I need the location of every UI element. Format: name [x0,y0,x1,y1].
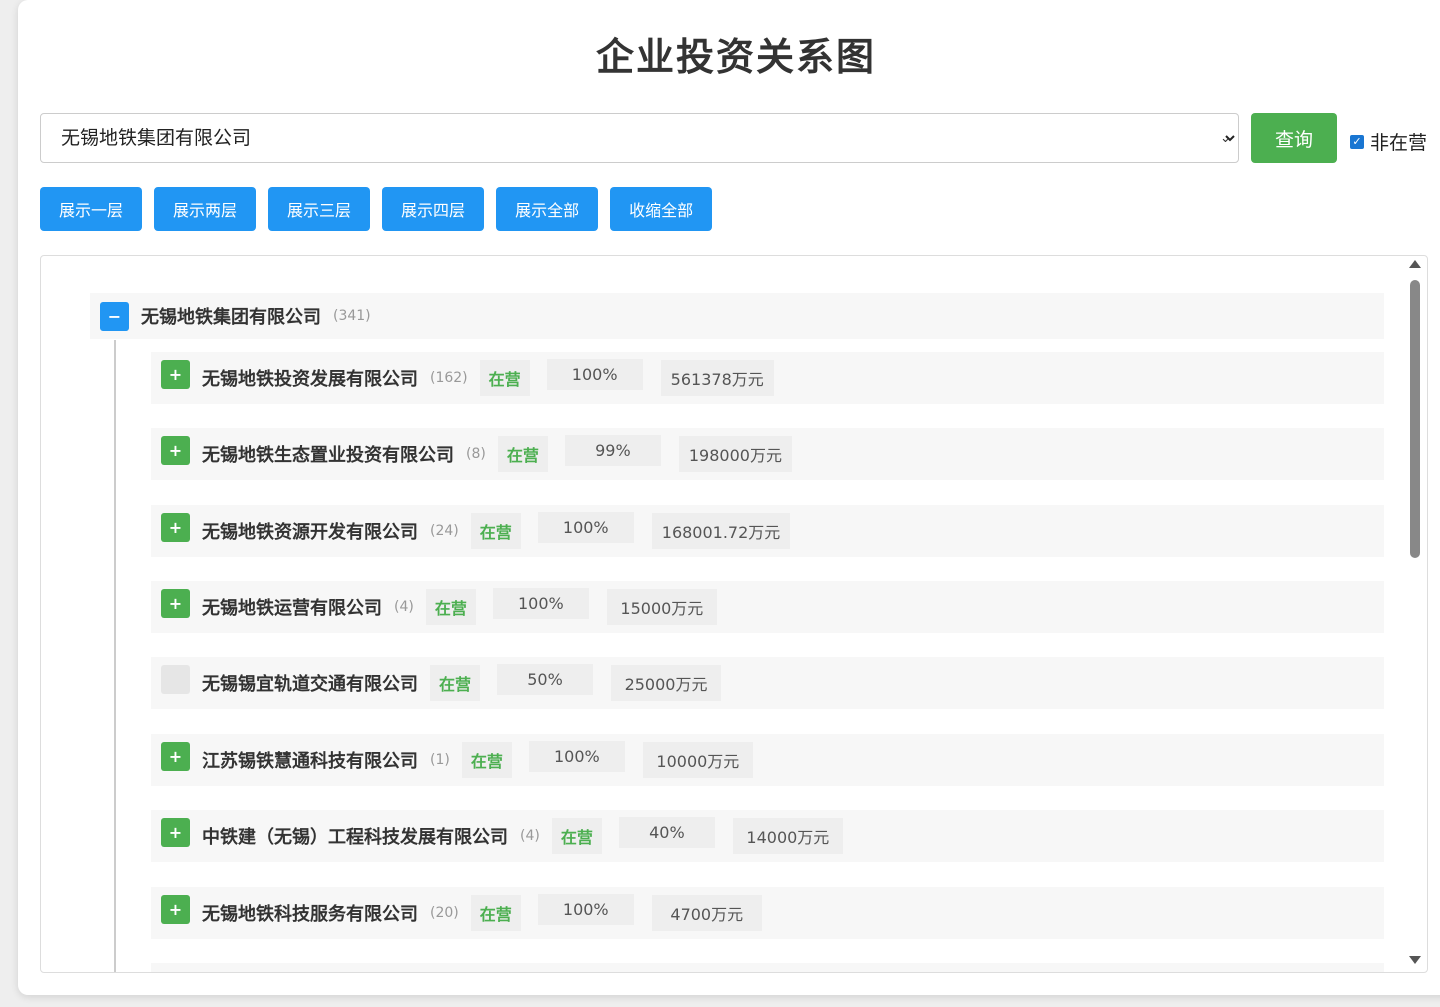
child-company-name: 中铁建（无锡）工程科技发展有限公司 [202,827,508,848]
tree-child-row[interactable]: + 无锡地铁运营有限公司 (4) 在营 100% 15000万元 [151,581,1384,633]
show-level-2-button[interactable]: 展示两层 [154,187,257,231]
share-percent-badge: 99% [564,434,661,466]
show-level-1-button[interactable]: 展示一层 [40,187,143,231]
leaf-node-icon [161,664,190,694]
expand-icon[interactable]: + [161,588,190,618]
expand-icon[interactable]: + [161,741,190,771]
child-subsidiary-count: (162) [430,370,468,386]
investment-tree-panel: − 无锡地铁集团有限公司 (341) + 无锡地铁投资发展有限公司 (162) … [40,255,1428,973]
level-action-bar: 展示一层 展示两层 展示三层 展示四层 展示全部 收缩全部 [40,187,724,231]
tree-child-row[interactable]: + 中铁建（无锡）工程科技发展有限公司 (4) 在营 40% 14000万元 [151,810,1384,862]
share-percent-badge: 100% [492,587,589,619]
child-subsidiary-count: (1) [430,752,450,768]
chevron-down-icon[interactable]: ⌄ [1220,131,1231,146]
child-company-name: 江苏锡铁慧通科技有限公司 [202,751,418,772]
expand-icon[interactable]: + [161,359,190,389]
tree-child-row[interactable]: + 无锡地铁资源开发有限公司 (24) 在营 100% 168001.72万元 [151,505,1384,557]
expand-icon[interactable]: + [161,512,190,542]
investment-amount-badge: 25000万元 [611,665,722,701]
root-subsidiary-count: (341) [333,308,371,324]
page-title: 企业投资关系图 [595,35,876,79]
share-percent-badge: 40% [618,816,715,848]
expand-icon[interactable]: + [161,817,190,847]
child-company-name: 无锡地铁运营有限公司 [202,598,382,619]
company-select[interactable]: 无锡地铁集团有限公司 [40,113,1239,163]
status-badge: 在营 [551,818,602,854]
child-company-name: 无锡地铁投资发展有限公司 [202,369,418,390]
tree-child-row[interactable]: 无锡锡宜轨道交通有限公司 在营 50% 25000万元 [151,657,1384,709]
tree-child-row[interactable]: + 无锡地铁投资发展有限公司 (162) 在营 100% 561378万元 [151,352,1384,404]
tree-root-row[interactable]: − 无锡地铁集团有限公司 (341) [90,293,1384,339]
investment-amount-badge: 15000万元 [606,589,717,625]
status-badge: 在营 [461,742,512,778]
inactive-filter-label: 非在营 [1370,132,1428,154]
child-subsidiary-count: (20) [430,905,459,921]
investment-amount-badge: 198000万元 [678,436,792,472]
inactive-filter[interactable]: ✓ 非在营 [1350,128,1427,155]
status-badge: 在营 [479,360,530,396]
child-company-name: 无锡地铁生态置业投资有限公司 [202,445,454,466]
status-badge: 在营 [470,513,521,549]
share-percent-badge: 50% [497,663,594,695]
child-company-name: 无锡地铁资源开发有限公司 [202,522,418,543]
scrollbar-thumb[interactable] [1410,280,1420,558]
child-subsidiary-count: (8) [466,446,486,462]
collapse-all-button[interactable]: 收缩全部 [610,187,713,231]
tree-child-row[interactable]: + 无锡地铁生态置业投资有限公司 (8) 在营 99% 198000万元 [151,428,1384,480]
tree-connector-line [114,340,116,972]
investment-amount-badge: 168001.72万元 [651,513,791,549]
status-badge: 在营 [470,895,521,931]
tree-child-row[interactable]: + 无锡地铁科技服务有限公司 (20) 在营 100% 4700万元 [151,887,1384,939]
investment-amount-badge: 4700万元 [651,895,762,931]
child-company-name: 无锡锡宜轨道交通有限公司 [202,674,418,695]
investment-amount-badge: 10000万元 [642,742,753,778]
root-company-name: 无锡地铁集团有限公司 [141,307,321,328]
share-percent-badge: 100% [546,358,643,390]
investment-amount-badge: 14000万元 [732,818,843,854]
main-card: 企业投资关系图 无锡地铁集团有限公司 ⌄ 查询 ✓ 非在营 展示一层 展示两层 … [18,0,1440,995]
share-percent-badge: 100% [537,511,634,543]
checkbox-checked-icon[interactable]: ✓ [1350,134,1364,149]
collapse-icon[interactable]: − [100,301,129,331]
show-all-button[interactable]: 展示全部 [496,187,599,231]
status-badge: 在营 [497,436,548,472]
show-level-4-button[interactable]: 展示四层 [382,187,485,231]
child-subsidiary-count: (4) [394,599,414,615]
tree-child-row-partial[interactable] [151,963,1384,972]
investment-amount-badge: 561378万元 [660,360,774,396]
share-percent-badge: 100% [537,893,634,925]
status-badge: 在营 [430,665,481,701]
child-subsidiary-count: (4) [520,828,540,844]
show-level-3-button[interactable]: 展示三层 [268,187,371,231]
tree-child-row[interactable]: + 江苏锡铁慧通科技有限公司 (1) 在营 100% 10000万元 [151,734,1384,786]
tree-scrollbar[interactable] [1406,258,1422,970]
expand-icon[interactable]: + [161,435,190,465]
expand-icon[interactable]: + [161,894,190,924]
query-button[interactable]: 查询 [1251,113,1337,163]
child-company-name: 无锡地铁科技服务有限公司 [202,904,418,925]
status-badge: 在营 [425,589,476,625]
child-subsidiary-count: (24) [430,523,459,539]
scroll-down-arrow-icon[interactable] [1409,956,1421,964]
share-percent-badge: 100% [528,740,625,772]
scroll-up-arrow-icon[interactable] [1409,260,1421,268]
